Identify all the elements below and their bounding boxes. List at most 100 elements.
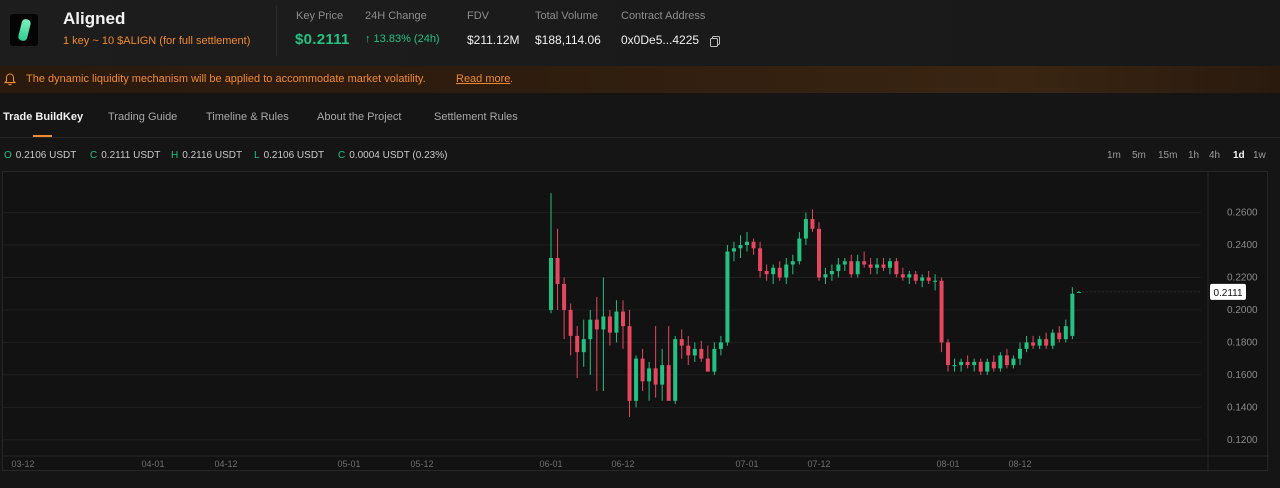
- candle-body: [1063, 326, 1068, 340]
- tab-bar: Trade BuildKey Trading Guide Timeline & …: [0, 93, 1280, 138]
- y-tick-label: 0.1800: [1227, 337, 1258, 348]
- candle-body: [1011, 358, 1016, 366]
- candlestick-chart[interactable]: 0.2600 0.2400 0.2200 0.2000 0.1800 0.1600 0.14…: [3, 172, 1269, 472]
- candle-body: [939, 280, 944, 343]
- y-tick-label: 0.2200: [1227, 272, 1258, 283]
- candle-body: [933, 280, 938, 282]
- candle-body: [946, 342, 950, 366]
- change-value: ↑ 13.83% (24h): [365, 33, 440, 45]
- tab-trade-buildkey[interactable]: Trade BuildKey: [3, 111, 83, 123]
- ohlc-close: C 0.2111 USDT: [90, 150, 161, 161]
- candle-body: [985, 361, 990, 372]
- fdv-value: $211.12M: [467, 33, 520, 47]
- tab-trading-guide[interactable]: Trading Guide: [108, 111, 177, 123]
- candle-body: [817, 228, 821, 278]
- candle-body: [790, 261, 795, 265]
- copy-icon[interactable]: [710, 36, 720, 47]
- candle-body: [731, 248, 736, 252]
- candle-body: [1037, 339, 1042, 346]
- ohlc-low: L 0.2106 USDT: [254, 150, 325, 161]
- candle-body: [575, 335, 580, 353]
- candle-body: [758, 248, 763, 271]
- ohlc-change: C 0.0004 USDT (0.23%): [338, 150, 448, 161]
- x-tick-label: 06-12: [611, 459, 634, 469]
- candle-body: [771, 267, 776, 275]
- candle-body: [647, 368, 652, 382]
- candle-body: [686, 345, 691, 356]
- banner-period: .: [510, 73, 514, 85]
- candle-body: [972, 361, 977, 366]
- candle-body: [926, 277, 931, 281]
- candle-body: [803, 219, 808, 239]
- candle-body: [660, 365, 665, 385]
- candle-body: [679, 339, 684, 346]
- project-name: Aligned: [63, 9, 126, 28]
- candle-body: [549, 258, 553, 310]
- candle-body: [764, 270, 769, 275]
- candle-body: [634, 358, 639, 401]
- candle-body: [640, 358, 645, 382]
- tab-about-project[interactable]: About the Project: [317, 111, 401, 123]
- candle-body: [705, 358, 710, 372]
- interval-15m[interactable]: 15m: [1158, 150, 1177, 161]
- interval-1d[interactable]: 1d: [1233, 150, 1245, 161]
- candle-body: [913, 274, 918, 281]
- candle-body: [699, 348, 704, 359]
- candle-body: [588, 319, 593, 340]
- candle-body: [621, 311, 625, 327]
- candle-body: [894, 261, 899, 275]
- candle-body: [562, 283, 567, 310]
- y-tick-label: 0.1200: [1227, 435, 1258, 446]
- candle-body: [777, 267, 782, 278]
- y-tick-label: 0.2000: [1227, 305, 1258, 316]
- candle-body: [855, 261, 860, 275]
- candle-body: [900, 274, 905, 278]
- candle-body: [868, 264, 873, 268]
- candle-body: [881, 264, 886, 268]
- candle-body: [998, 355, 1003, 369]
- interval-1m[interactable]: 1m: [1107, 150, 1121, 161]
- y-tick-label: 0.1400: [1227, 402, 1258, 413]
- tab-timeline-rules[interactable]: Timeline & Rules: [206, 111, 289, 123]
- candle-body: [1044, 339, 1049, 346]
- volatility-banner: The dynamic liquidity mechanism will be …: [0, 66, 1280, 93]
- key-price-label: Key Price: [296, 10, 344, 22]
- interval-5m[interactable]: 5m: [1132, 150, 1146, 161]
- candle-body: [692, 348, 697, 356]
- total-volume-value: $188,114.06: [535, 33, 601, 47]
- candle-body: [842, 261, 847, 265]
- current-price-label: 0.2111: [1213, 288, 1243, 299]
- tab-settlement-rules[interactable]: Settlement Rules: [434, 111, 518, 123]
- candle-body: [1031, 342, 1036, 346]
- candle-body: [965, 361, 970, 366]
- candle-body: [862, 261, 867, 265]
- candle-body: [1070, 293, 1075, 336]
- candle-body: [738, 245, 743, 249]
- candle-body: [745, 241, 749, 246]
- interval-4h[interactable]: 4h: [1209, 150, 1220, 161]
- candle-body: [555, 258, 560, 284]
- candle-body: [823, 274, 828, 278]
- y-tick-label: 0.1600: [1227, 370, 1258, 381]
- x-tick-label: 05-01: [337, 459, 360, 469]
- candle-body: [836, 264, 841, 271]
- market-header: Aligned 1 key ~ 10 $ALIGN (for full sett…: [0, 0, 1280, 66]
- interval-1w[interactable]: 1w: [1253, 150, 1266, 161]
- candle-body: [725, 251, 730, 343]
- ohlc-high: H 0.2116 USDT: [171, 150, 243, 161]
- interval-1h[interactable]: 1h: [1188, 150, 1199, 161]
- fdv-label: FDV: [467, 10, 489, 22]
- candle-body: [712, 348, 717, 372]
- price-chart-panel[interactable]: 0.2600 0.2400 0.2200 0.2000 0.1800 0.1600 0.14…: [2, 171, 1269, 472]
- candle-body: [607, 316, 612, 333]
- candle-body: [751, 241, 756, 249]
- x-tick-label: 04-12: [214, 459, 237, 469]
- candle-body: [1018, 348, 1022, 359]
- candle-body: [784, 264, 789, 278]
- candle-body: [952, 365, 957, 367]
- change-label: 24H Change: [365, 10, 427, 22]
- read-more-link[interactable]: Read more: [456, 73, 510, 85]
- candle-body: [1024, 342, 1029, 349]
- candle-body: [1004, 355, 1009, 366]
- candle-body: [887, 261, 892, 268]
